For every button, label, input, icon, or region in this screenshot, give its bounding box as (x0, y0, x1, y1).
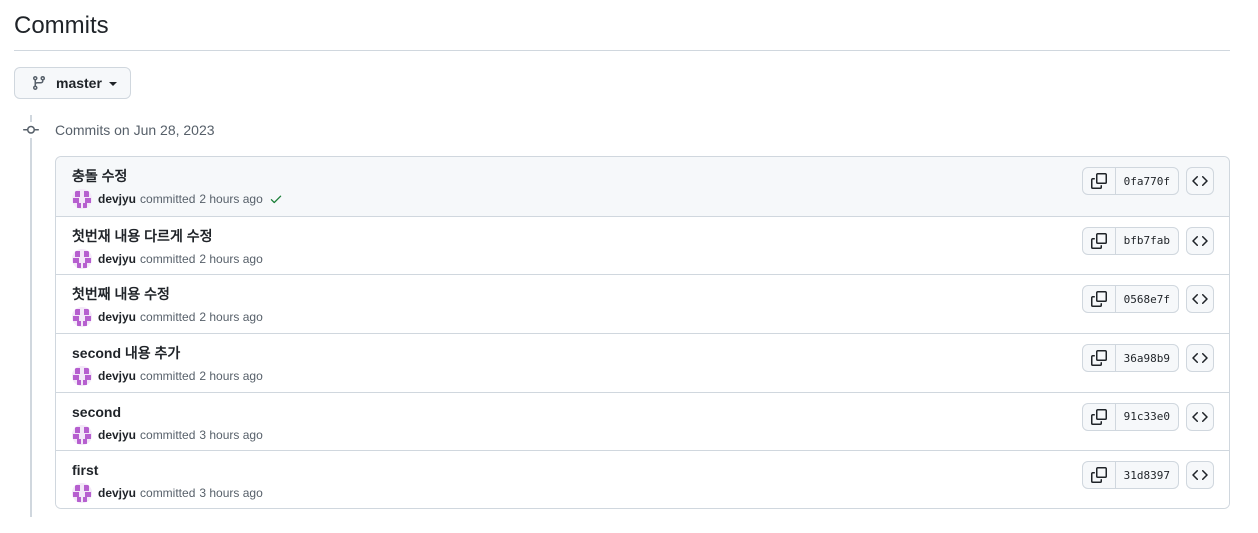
commit-action-text: committed (140, 251, 196, 266)
author-avatar[interactable] (72, 189, 92, 209)
commit-sha-link[interactable]: bfb7fab (1116, 228, 1178, 254)
copy-sha-button[interactable] (1083, 403, 1116, 430)
commit-sha-link[interactable]: 31d8397 (1116, 462, 1178, 488)
commit-time: 3 hours ago (199, 486, 263, 501)
check-icon[interactable] (269, 192, 283, 206)
commit-meta: devjyu committed 3 hours ago (72, 424, 263, 445)
code-icon (1192, 235, 1208, 246)
copy-sha-button[interactable] (1083, 286, 1116, 313)
commit-action-text: committed (140, 427, 196, 442)
branch-label: master (56, 75, 102, 91)
copy-sha-button[interactable] (1083, 168, 1116, 194)
commit-meta: devjyu committed 2 hours ago (72, 307, 263, 328)
commit-row: 첫번재 내용 다르게 수정 devjyu committed 2 hours a… (56, 215, 1229, 275)
commit-author-link[interactable]: devjyu (98, 369, 136, 383)
commit-row: second devjyu committed 3 hours ago 91c3… (56, 391, 1229, 451)
copy-icon (1090, 467, 1107, 484)
commit-action-text: committed (140, 369, 196, 384)
commit-actions: 0fa770f (1081, 167, 1214, 195)
code-icon (1192, 353, 1208, 364)
commit-meta: devjyu committed 2 hours ago (72, 189, 283, 209)
commit-row: 충돌 수정 devjyu committed 2 hours ago 0fa77… (56, 157, 1229, 216)
author-avatar[interactable] (72, 307, 92, 328)
commit-action-text: committed (140, 310, 196, 325)
code-icon (1192, 175, 1208, 187)
commit-time: 2 hours ago (199, 192, 263, 206)
browse-repository-button[interactable] (1186, 461, 1214, 490)
sha-button-group: 0568e7f (1081, 285, 1179, 314)
author-avatar[interactable] (72, 248, 92, 269)
copy-sha-button[interactable] (1083, 345, 1116, 372)
code-icon (1192, 411, 1208, 422)
sha-button-group: 31d8397 (1081, 461, 1179, 490)
copy-icon (1090, 350, 1107, 367)
commit-meta: devjyu committed 2 hours ago (72, 366, 263, 387)
commit-row: first devjyu committed 3 hours ago 31d83… (56, 450, 1229, 508)
commit-row: 첫번째 내용 수정 devjyu committed 2 hours ago 0… (56, 274, 1229, 334)
commit-meta: devjyu committed 3 hours ago (72, 483, 263, 504)
copy-icon (1090, 232, 1107, 249)
commit-title-link[interactable]: 충돌 수정 (72, 166, 127, 186)
code-icon (1192, 470, 1208, 481)
commit-time: 2 hours ago (199, 310, 263, 325)
copy-sha-button[interactable] (1083, 227, 1116, 254)
commit-list: 충돌 수정 devjyu committed 2 hours ago 0fa77… (55, 156, 1230, 509)
commit-author-link[interactable]: devjyu (98, 486, 136, 500)
commit-group-date: Commits on Jun 28, 2023 (55, 122, 215, 138)
sha-button-group: 91c33e0 (1081, 402, 1179, 431)
caret-down-icon (108, 82, 117, 86)
commit-actions: 91c33e0 (1081, 402, 1214, 431)
browse-repository-button[interactable] (1186, 285, 1214, 314)
commit-title-link[interactable]: second 내용 추가 (72, 343, 180, 363)
commit-time: 2 hours ago (199, 251, 263, 266)
timeline-line (30, 115, 32, 517)
author-avatar[interactable] (72, 424, 92, 445)
branch-selector-button[interactable]: master (14, 67, 131, 99)
commit-time: 3 hours ago (199, 427, 263, 442)
git-commit-icon (22, 122, 40, 138)
author-avatar[interactable] (72, 366, 92, 387)
sha-button-group: 0fa770f (1081, 167, 1179, 195)
browse-repository-button[interactable] (1186, 226, 1214, 255)
browse-repository-button[interactable] (1186, 344, 1214, 373)
copy-icon (1090, 408, 1107, 425)
commit-author-link[interactable]: devjyu (98, 252, 136, 266)
commit-title-link[interactable]: second (72, 402, 121, 422)
commit-time: 2 hours ago (199, 369, 263, 384)
commit-title-link[interactable]: 첫번재 내용 다르게 수정 (72, 226, 212, 246)
commit-title-link[interactable]: 첫번째 내용 수정 (72, 284, 170, 304)
code-icon (1192, 294, 1208, 305)
commit-sha-link[interactable]: 36a98b9 (1116, 345, 1178, 371)
page-title: Commits (14, 12, 109, 39)
commit-action-text: committed (140, 486, 196, 501)
sha-button-group: bfb7fab (1081, 226, 1179, 255)
git-branch-icon (31, 75, 47, 91)
commit-sha-link[interactable]: 0568e7f (1116, 286, 1178, 312)
commit-title-link[interactable]: first (72, 460, 98, 480)
copy-sha-button[interactable] (1083, 462, 1116, 489)
commit-sha-link[interactable]: 91c33e0 (1116, 404, 1178, 430)
commit-author-link[interactable]: devjyu (98, 192, 136, 206)
sha-button-group: 36a98b9 (1081, 344, 1179, 373)
commit-row: second 내용 추가 devjyu committed 2 hours ag… (56, 333, 1229, 392)
commit-author-link[interactable]: devjyu (98, 310, 136, 324)
browse-repository-button[interactable] (1186, 402, 1214, 431)
commit-actions: 0568e7f (1081, 285, 1214, 314)
browse-repository-button[interactable] (1186, 167, 1214, 195)
commit-actions: 36a98b9 (1081, 344, 1214, 373)
commit-author-link[interactable]: devjyu (98, 428, 136, 442)
copy-icon (1090, 291, 1107, 308)
title-divider (14, 50, 1230, 51)
author-avatar[interactable] (72, 483, 92, 504)
commit-meta: devjyu committed 2 hours ago (72, 248, 263, 269)
commit-actions: 31d8397 (1081, 461, 1214, 490)
commit-sha-link[interactable]: 0fa770f (1116, 168, 1178, 194)
commit-actions: bfb7fab (1081, 226, 1214, 255)
copy-icon (1090, 173, 1107, 189)
commit-action-text: committed (140, 192, 196, 206)
